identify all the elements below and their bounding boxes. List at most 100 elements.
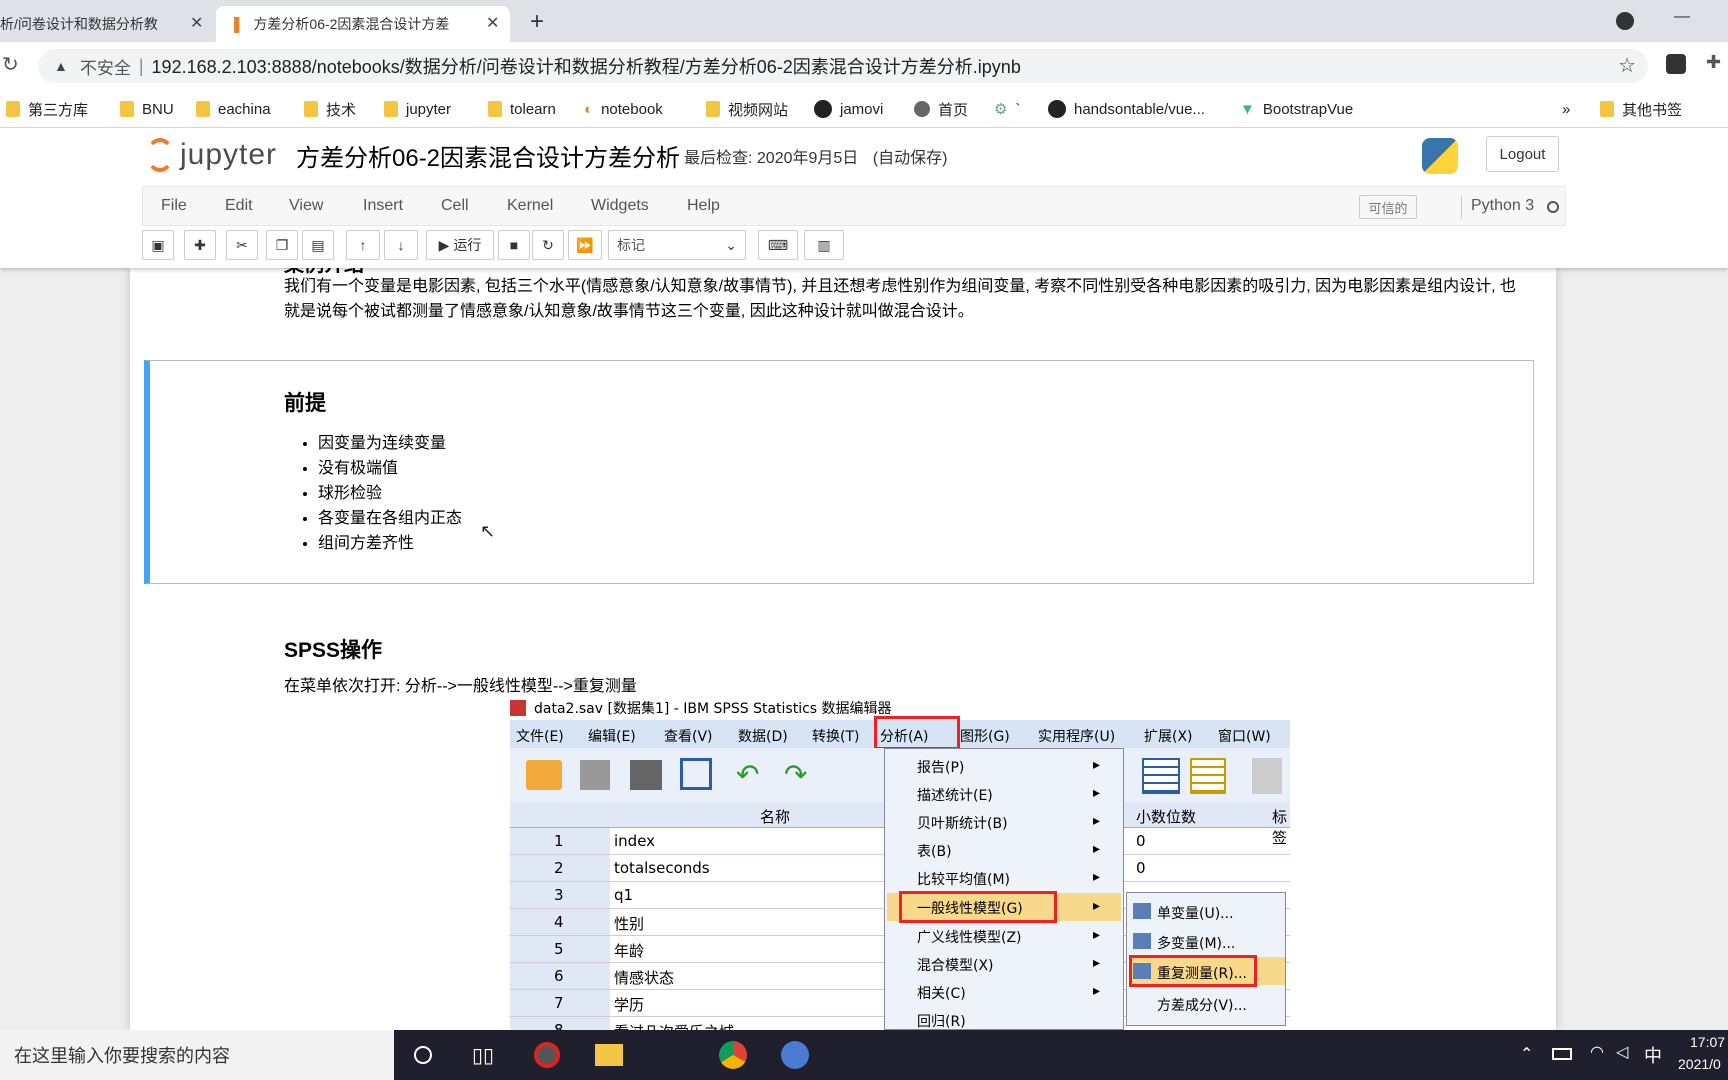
trusted-indicator[interactable]: 可信的 [1359, 195, 1417, 219]
interrupt-button[interactable]: ■ [498, 230, 530, 260]
browser-tab-active[interactable]: ❚ 方差分析06-2因素混合设计方差 ✕ [216, 6, 510, 42]
reload-icon[interactable]: ↻ [2, 52, 19, 77]
notebook-icon: ❚ [230, 16, 244, 33]
menu-cell[interactable]: Cell [441, 197, 469, 215]
menu-help[interactable]: Help [687, 197, 720, 215]
security-label: 不安全 [79, 58, 131, 78]
markdown-cell[interactable]: SPSS操作 在菜单依次打开: 分析-->一般线性模型-->重复测量 data2… [144, 604, 1534, 1030]
ime-indicator[interactable]: 中 [1644, 1042, 1662, 1068]
close-icon[interactable]: ✕ [486, 13, 499, 33]
bookmark-item[interactable]: ⚙ ` [994, 97, 1020, 121]
move-down-button[interactable]: ↓ [384, 230, 418, 260]
bookmark-item[interactable]: 技术 [304, 97, 356, 121]
open-folder-icon [526, 760, 562, 790]
spss-menu-item: 窗口(W) [1218, 729, 1271, 745]
bookmark-item[interactable]: tolearn [488, 97, 556, 121]
run-button[interactable]: ▶ 运行 [426, 230, 494, 260]
submenu-arrow-icon: ▸ [1093, 955, 1101, 971]
tab-search-icon[interactable] [1616, 12, 1634, 30]
other-bookmarks[interactable]: 其他书签 [1600, 97, 1682, 121]
step-forward-icon: ▶ [438, 236, 450, 253]
address-bar[interactable]: ▲ 不安全 | 192.168.2.103:8888/notebooks/数据分… [38, 49, 1648, 83]
redo-icon: ↷ [784, 758, 808, 791]
menu-view[interactable]: View [289, 197, 323, 215]
bookmark-item[interactable]: jupyter [384, 97, 451, 121]
task-view-icon[interactable]: ▯▯ [466, 1038, 500, 1072]
save-button[interactable]: ▣ [142, 230, 174, 260]
chevron-down-icon: ⌄ [725, 236, 737, 253]
close-icon[interactable]: ✕ [190, 13, 203, 33]
folder-icon [1600, 101, 1614, 117]
clock-date[interactable]: 2021/0 [1678, 1056, 1721, 1072]
volume-icon[interactable]: ◁ [1616, 1042, 1628, 1062]
bookmark-item[interactable]: 首页 [914, 97, 968, 121]
bookmark-item[interactable]: jamovi [814, 97, 883, 121]
bookmarks-overflow[interactable]: » [1562, 97, 1570, 121]
spss-app-icon [510, 700, 526, 716]
checkpoint-status: 最后检查: 2020年9月5日 (自动保存) [684, 150, 948, 167]
restart-run-all-button[interactable]: ⏩ [568, 230, 602, 260]
bookmark-item[interactable]: 视频网站 [706, 97, 788, 121]
jupyter-icon [146, 138, 174, 172]
logout-button[interactable]: Logout [1486, 136, 1559, 172]
menu-edit[interactable]: Edit [225, 197, 253, 215]
battery-icon[interactable] [1552, 1048, 1572, 1060]
selected-markdown-cell[interactable]: 前提 因变量为连续变量 没有极端值 球形检验 各变量在各组内正态 组间方差齐性 … [144, 360, 1534, 584]
submenu-arrow-icon: ▸ [1093, 785, 1101, 801]
command-palette-button[interactable]: ⌨ [758, 230, 798, 260]
bookmark-item[interactable]: ◐ notebook [584, 97, 663, 121]
extension-icon[interactable] [1666, 54, 1686, 74]
spss-menu-item: 文件(E) [516, 729, 564, 745]
taskbar-search[interactable]: 在这里输入你要搜索的内容 [0, 1030, 394, 1080]
insert-cell-button[interactable]: ✚ [184, 230, 216, 260]
divider [1461, 195, 1462, 219]
browser-tab[interactable]: 析/问卷设计和数据分析教 ✕ [0, 6, 214, 42]
jupyter-header: jupyter 方差分析06-2因素混合设计方差分析 最后检查: 2020年9月… [0, 128, 1728, 268]
bookmark-item[interactable]: eachina [196, 97, 271, 121]
folder-icon [196, 101, 210, 117]
folder-icon [488, 101, 502, 117]
cut-button[interactable]: ✂ [226, 230, 258, 260]
puzzle-icon[interactable]: ✚ [1706, 52, 1721, 73]
wifi-icon[interactable]: ◠ [1590, 1042, 1604, 1062]
spss-menu-item: 转换(T) [812, 729, 860, 745]
chart-button[interactable]: ▥ [804, 230, 844, 260]
move-up-button[interactable]: ↑ [346, 230, 380, 260]
cortana-icon[interactable] [406, 1038, 440, 1072]
submenu-arrow-icon: ▸ [1093, 841, 1101, 857]
bookmark-item[interactable]: handsontable/vue... [1048, 97, 1205, 121]
menu-insert[interactable]: Insert [363, 197, 403, 215]
cell-type-select[interactable]: 标记 ⌄ [608, 230, 746, 260]
copy-button[interactable]: ❐ [266, 230, 298, 260]
save-icon: ▣ [151, 236, 165, 253]
jupyter-logo[interactable]: jupyter [146, 138, 277, 172]
file-explorer-icon[interactable] [592, 1038, 626, 1072]
new-tab-icon[interactable]: + [530, 8, 544, 36]
paste-icon: ▤ [311, 236, 325, 253]
recorder-app-icon[interactable] [530, 1038, 564, 1072]
arrow-up-icon: ↑ [359, 237, 367, 253]
bookmark-item[interactable]: ▼ BootstrapVue [1240, 97, 1353, 121]
star-icon[interactable]: ☆ [1618, 53, 1636, 78]
spss-menu-item: 扩展(X) [1144, 729, 1193, 745]
chevron-up-icon[interactable]: ⌃ [1520, 1044, 1533, 1064]
bookmark-item[interactable]: 第三方库 [6, 97, 88, 121]
windows-taskbar: 在这里输入你要搜索的内容 ▯▯ ⌃ ◠ ◁ 中 17:07 2021/0 [0, 1030, 1728, 1080]
clock-time[interactable]: 17:07 [1690, 1034, 1725, 1050]
spss-app-icon[interactable] [778, 1038, 812, 1072]
copy-icon: ❐ [275, 236, 289, 253]
notebook-title[interactable]: 方差分析06-2因素混合设计方差分析 [296, 138, 680, 173]
submenu-arrow-icon: ▸ [1093, 757, 1101, 773]
paste-button[interactable]: ▤ [302, 230, 334, 260]
bookmark-item[interactable]: BNU [120, 97, 174, 121]
spss-screenshot: data2.sav [数据集1] - IBM SPSS Statistics 数… [510, 696, 1290, 1030]
list-item: 球形检验 [318, 481, 462, 506]
minimize-icon[interactable]: — [1674, 8, 1690, 26]
tab-title: 方差分析06-2因素混合设计方差 [253, 16, 450, 32]
menu-file[interactable]: File [161, 197, 187, 215]
restart-button[interactable]: ↻ [532, 230, 564, 260]
menu-widgets[interactable]: Widgets [591, 197, 649, 215]
kernel-name[interactable]: Python 3 [1471, 197, 1534, 215]
menu-kernel[interactable]: Kernel [507, 197, 553, 215]
chrome-icon[interactable] [716, 1038, 750, 1072]
